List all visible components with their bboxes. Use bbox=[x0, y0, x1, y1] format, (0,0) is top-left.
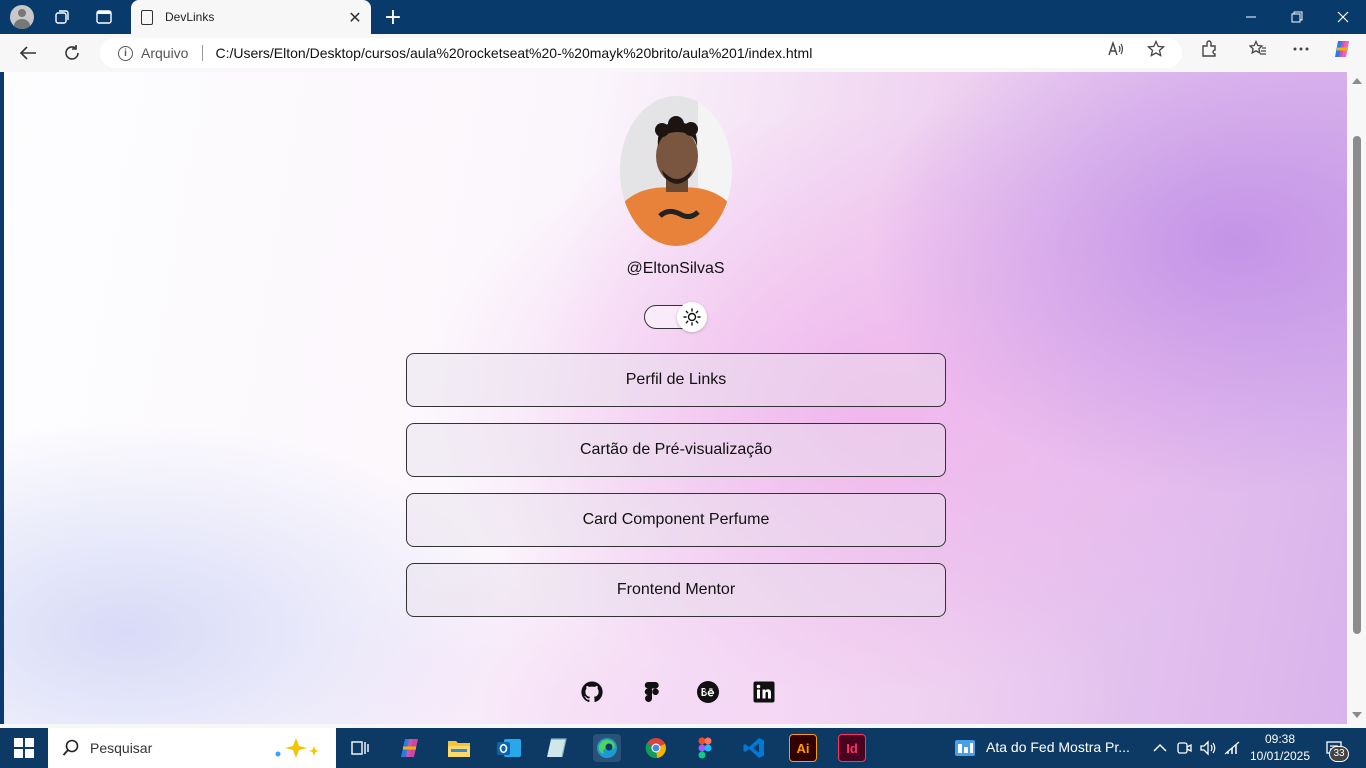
notes-app-icon[interactable] bbox=[543, 734, 571, 762]
info-icon[interactable]: i bbox=[118, 45, 133, 61]
outlook-icon[interactable] bbox=[495, 734, 523, 762]
workspaces-icon[interactable] bbox=[48, 5, 76, 29]
link-perfil-de-links[interactable]: Perfil de Links bbox=[406, 353, 946, 407]
behance-icon[interactable] bbox=[696, 680, 720, 704]
tab-close-icon[interactable]: ✕ bbox=[345, 8, 365, 27]
search-placeholder: Pesquisar bbox=[90, 740, 153, 756]
address-separator bbox=[202, 45, 204, 61]
link-cartao-pre-visualizacao[interactable]: Cartão de Pré-visualização bbox=[406, 423, 946, 477]
windows-start-icon[interactable] bbox=[14, 738, 34, 758]
profile-handle: @EltonSilvaS bbox=[626, 260, 725, 277]
browser-titlebar: DevLinks ✕ + bbox=[0, 0, 1366, 34]
page-viewport: @EltonSilvaS Perfil de Links Cartão de P… bbox=[4, 72, 1347, 724]
restore-icon[interactable] bbox=[1274, 0, 1320, 34]
new-tab-button[interactable]: + bbox=[379, 5, 407, 30]
document-icon bbox=[141, 9, 153, 25]
links-list: Perfil de Links Cartão de Pré-visualizaç… bbox=[406, 353, 946, 633]
notification-count-badge: 33 bbox=[1329, 746, 1349, 762]
task-view-icon[interactable] bbox=[346, 734, 374, 762]
vscode-icon[interactable] bbox=[740, 734, 768, 762]
scroll-up-icon[interactable] bbox=[1352, 78, 1362, 84]
close-window-icon[interactable] bbox=[1320, 0, 1366, 34]
search-icon bbox=[62, 739, 79, 756]
figma-app-icon[interactable] bbox=[691, 734, 719, 762]
scroll-down-icon[interactable] bbox=[1352, 712, 1362, 718]
taskbar-search[interactable]: Pesquisar bbox=[48, 728, 336, 768]
chrome-icon[interactable] bbox=[642, 734, 670, 762]
social-links bbox=[580, 680, 776, 706]
sparkle-icon bbox=[275, 738, 319, 758]
windows-taskbar: Pesquisar Ai Id Ata do Fed Mostra Pr... bbox=[0, 728, 1366, 768]
link-card-component-perfume[interactable]: Card Component Perfume bbox=[406, 493, 946, 547]
profile-icon[interactable] bbox=[8, 5, 36, 29]
tab-actions-icon[interactable] bbox=[90, 5, 118, 29]
file-explorer-icon[interactable] bbox=[445, 734, 473, 762]
profile-avatar bbox=[620, 96, 732, 246]
tab-devlinks[interactable]: DevLinks ✕ bbox=[131, 0, 371, 34]
favorite-star-icon[interactable] bbox=[1145, 39, 1167, 59]
address-url[interactable]: C:/Users/Elton/Desktop/cursos/aula%20roc… bbox=[215, 45, 812, 61]
copilot-icon[interactable] bbox=[1331, 39, 1353, 59]
minimize-icon[interactable] bbox=[1228, 0, 1274, 34]
back-icon[interactable] bbox=[14, 40, 42, 66]
link-frontend-mentor[interactable]: Frontend Mentor bbox=[406, 563, 946, 617]
linkedin-icon[interactable] bbox=[752, 680, 776, 704]
read-aloud-icon[interactable] bbox=[1105, 39, 1127, 59]
illustrator-icon[interactable]: Ai bbox=[789, 734, 817, 762]
clock-time[interactable]: 09:38 bbox=[1252, 732, 1308, 746]
clock-date[interactable]: 10/01/2025 bbox=[1246, 749, 1314, 763]
extensions-icon[interactable] bbox=[1198, 39, 1220, 59]
github-icon[interactable] bbox=[580, 680, 604, 704]
theme-switch[interactable] bbox=[644, 302, 708, 332]
favorites-icon[interactable] bbox=[1247, 39, 1269, 59]
figma-icon[interactable] bbox=[640, 680, 664, 704]
network-icon[interactable] bbox=[1218, 734, 1246, 762]
address-bar[interactable]: i Arquivo C:/Users/Elton/Desktop/cursos/… bbox=[100, 38, 1182, 68]
refresh-icon[interactable] bbox=[58, 40, 86, 66]
tab-title: DevLinks bbox=[165, 10, 215, 24]
active-window-title[interactable]: Ata do Fed Mostra Pr... bbox=[986, 739, 1130, 755]
copilot-app-icon[interactable] bbox=[396, 734, 424, 762]
address-scheme-label: Arquivo bbox=[141, 45, 189, 61]
active-window-icon[interactable] bbox=[951, 734, 979, 762]
scrollbar-thumb[interactable] bbox=[1353, 136, 1361, 634]
browser-toolbar: i Arquivo C:/Users/Elton/Desktop/cursos/… bbox=[0, 34, 1366, 72]
page-scrollbar[interactable] bbox=[1347, 72, 1366, 724]
indesign-icon[interactable]: Id bbox=[838, 734, 866, 762]
sun-icon bbox=[683, 308, 701, 326]
more-icon[interactable] bbox=[1290, 39, 1312, 59]
edge-icon[interactable] bbox=[593, 734, 621, 762]
switch-knob[interactable] bbox=[677, 302, 707, 332]
